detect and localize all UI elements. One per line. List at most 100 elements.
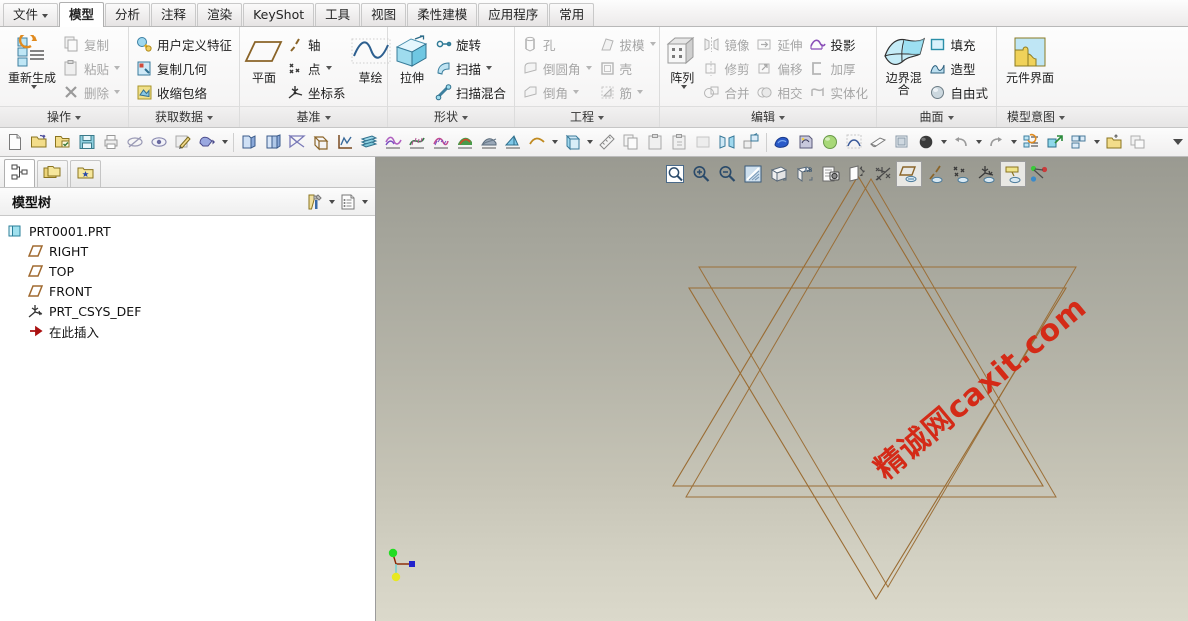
reorder-icon[interactable] <box>739 130 763 154</box>
shading-icon[interactable] <box>866 130 890 154</box>
offset-button[interactable]: 偏移 <box>753 56 806 80</box>
saved-views-icon[interactable]: AB <box>792 161 818 187</box>
chevron-down-icon[interactable] <box>326 190 337 214</box>
pattern-button[interactable]: 阵列 <box>664 30 700 89</box>
annotate-icon[interactable] <box>171 130 195 154</box>
screenshot-icon[interactable] <box>818 161 844 187</box>
ribbon-group-surfaces-title[interactable]: 曲面 <box>877 106 996 127</box>
round-button[interactable]: 倒圆角 <box>519 56 596 80</box>
undo-icon[interactable] <box>949 130 973 154</box>
intersect-button[interactable]: 相交 <box>753 80 806 104</box>
chevron-down-icon[interactable] <box>1091 130 1102 154</box>
measure-icon[interactable] <box>595 130 619 154</box>
tab-common[interactable]: 常用 <box>549 3 595 26</box>
print-icon[interactable] <box>99 130 123 154</box>
chamfer-button[interactable]: 倒角 <box>519 80 596 104</box>
tab-keyshot[interactable]: KeyShot <box>243 3 315 26</box>
regen2-icon[interactable] <box>1019 130 1043 154</box>
plane-display-toggle-icon[interactable] <box>896 161 922 187</box>
draft-button[interactable]: 拔模 <box>596 32 660 56</box>
nav-tab-folder-browser[interactable] <box>37 160 68 187</box>
redo-icon[interactable] <box>984 130 1008 154</box>
open-window-icon[interactable] <box>1102 130 1126 154</box>
curvature-icon[interactable] <box>405 130 429 154</box>
regenerate-button[interactable]: 重新生成 <box>4 30 60 89</box>
render-icon[interactable] <box>794 130 818 154</box>
tab-analysis[interactable]: 分析 <box>105 3 151 26</box>
ribbon-group-shapes-title[interactable]: 形状 <box>388 106 514 127</box>
delete-button[interactable]: 删除 <box>60 80 124 104</box>
csys-display-toggle-icon[interactable] <box>974 161 1000 187</box>
curve-analysis-icon[interactable] <box>381 130 405 154</box>
gaussian-icon[interactable] <box>477 130 501 154</box>
chevron-down-icon[interactable] <box>973 130 984 154</box>
mirror-button[interactable]: 镜像 <box>700 32 753 56</box>
view-manager-icon[interactable] <box>237 130 261 154</box>
datum-all-off-icon[interactable] <box>870 161 896 187</box>
tab-tools[interactable]: 工具 <box>315 3 361 26</box>
ribbon-group-model-intent-title[interactable]: 模型意图 <box>997 106 1188 127</box>
tree-node-front[interactable]: FRONT <box>0 281 375 301</box>
move-icon[interactable] <box>1043 130 1067 154</box>
datum-point-button[interactable]: 点 <box>284 56 350 80</box>
display-style-icon[interactable] <box>890 130 914 154</box>
slope-icon[interactable] <box>501 130 525 154</box>
component-interface-button[interactable]: 元件界面 <box>1001 30 1059 84</box>
paste-special-icon[interactable] <box>667 130 691 154</box>
hole-button[interactable]: 孔 <box>519 32 596 56</box>
shrinkwrap-button[interactable]: 收缩包络 <box>133 80 236 104</box>
chevron-down-icon[interactable] <box>1168 130 1188 154</box>
nav-tab-model-tree[interactable] <box>4 159 35 187</box>
chevron-down-icon[interactable] <box>938 130 949 154</box>
sphere-light-icon[interactable] <box>818 130 842 154</box>
tree-filter-icon[interactable] <box>304 191 326 213</box>
udf-button[interactable]: 用户定义特征 <box>133 32 236 56</box>
swept-blend-button[interactable]: 扫描混合 <box>432 80 510 104</box>
plane-display-icon[interactable] <box>285 130 309 154</box>
window-icon[interactable] <box>1067 130 1091 154</box>
paste-button[interactable]: 粘贴 <box>60 56 124 80</box>
plane-tool-icon[interactable] <box>560 130 584 154</box>
set-working-dir-icon[interactable] <box>51 130 75 154</box>
tree-node-insert-here[interactable]: 在此插入 <box>0 321 375 341</box>
thicken-button[interactable]: 加厚 <box>806 56 872 80</box>
perspective-icon[interactable] <box>842 130 866 154</box>
merge-button[interactable]: 合并 <box>700 80 753 104</box>
display-style-icon[interactable] <box>766 161 792 187</box>
reflection-icon[interactable] <box>453 130 477 154</box>
chevron-down-icon[interactable] <box>1008 130 1019 154</box>
freestyle-button[interactable]: 自由式 <box>926 80 992 104</box>
zoom-in-icon[interactable] <box>688 161 714 187</box>
datum-plane-button[interactable]: 平面 <box>244 30 284 85</box>
tree-node-part[interactable]: PRT0001.PRT <box>0 221 375 241</box>
style-button[interactable]: 造型 <box>926 56 992 80</box>
ribbon-group-get-data-title[interactable]: 获取数据 <box>129 106 239 127</box>
zoom-out-icon[interactable] <box>714 161 740 187</box>
perspective-view-icon[interactable] <box>844 161 870 187</box>
axis-display-toggle-icon[interactable] <box>922 161 948 187</box>
shaded-icon[interactable] <box>914 130 938 154</box>
repaint-icon[interactable] <box>740 161 766 187</box>
extend-button[interactable]: 延伸 <box>753 32 806 56</box>
open-folder-icon[interactable] <box>27 130 51 154</box>
sketch-button[interactable]: 草绘 <box>350 30 392 85</box>
tree-node-csys[interactable]: PRT_CSYS_DEF <box>0 301 375 321</box>
ribbon-group-editing-title[interactable]: 编辑 <box>660 106 876 127</box>
graphics-viewport[interactable]: 精诚网caxit.com AB <box>376 157 1188 621</box>
rib-button[interactable]: 筋 <box>596 80 660 104</box>
csys-display-icon[interactable] <box>309 130 333 154</box>
layers-icon[interactable] <box>261 130 285 154</box>
solidify-button[interactable]: 实体化 <box>806 80 872 104</box>
close-window-icon[interactable] <box>1126 130 1150 154</box>
revolve-button[interactable]: 旋转 <box>432 32 510 56</box>
tab-flexible-modeling[interactable]: 柔性建模 <box>407 3 478 26</box>
ribbon-group-operations-title[interactable]: 操作 <box>0 106 128 127</box>
shell-button[interactable]: 壳 <box>596 56 660 80</box>
tab-render[interactable]: 渲染 <box>197 3 243 26</box>
tab-file[interactable]: 文件 <box>3 3 59 26</box>
appearance-icon[interactable] <box>770 130 794 154</box>
trim-button[interactable]: 修剪 <box>700 56 753 80</box>
coordinate-system-button[interactable]: 坐标系 <box>284 80 350 104</box>
datum-display-icon[interactable] <box>357 130 381 154</box>
chevron-down-icon[interactable] <box>584 130 595 154</box>
